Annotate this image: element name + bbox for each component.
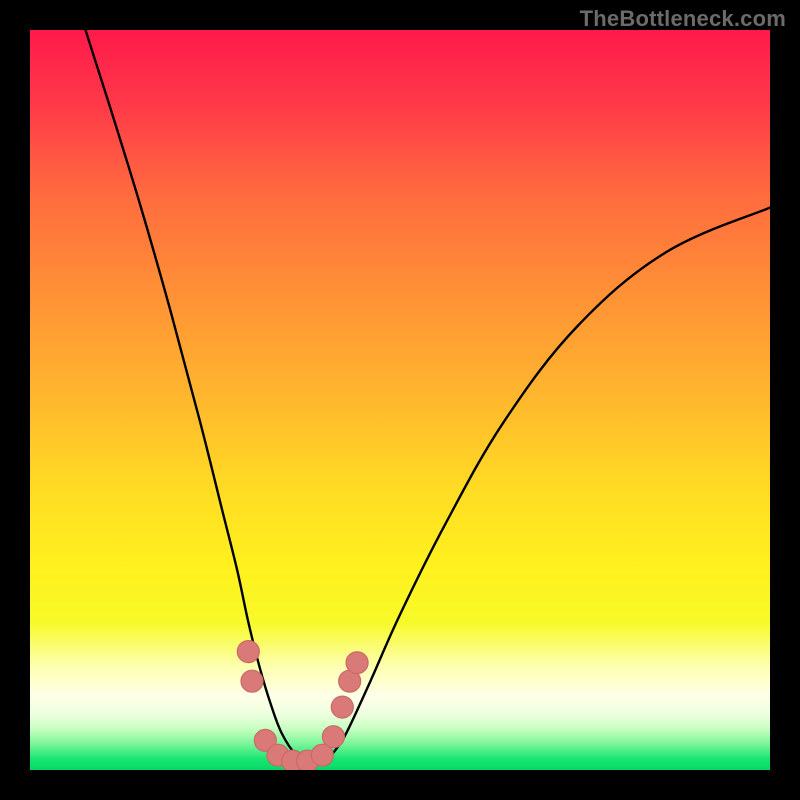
watermark-text: TheBottleneck.com bbox=[580, 6, 786, 32]
chart-frame: TheBottleneck.com bbox=[0, 0, 800, 800]
bottleneck-curve bbox=[86, 30, 771, 763]
marker-dot bbox=[346, 652, 368, 674]
marker-dot bbox=[237, 641, 259, 663]
marker-dot bbox=[241, 670, 263, 692]
plot-area bbox=[30, 30, 770, 770]
curve-layer bbox=[30, 30, 770, 770]
marker-dot bbox=[331, 696, 353, 718]
marker-dot bbox=[322, 726, 344, 748]
